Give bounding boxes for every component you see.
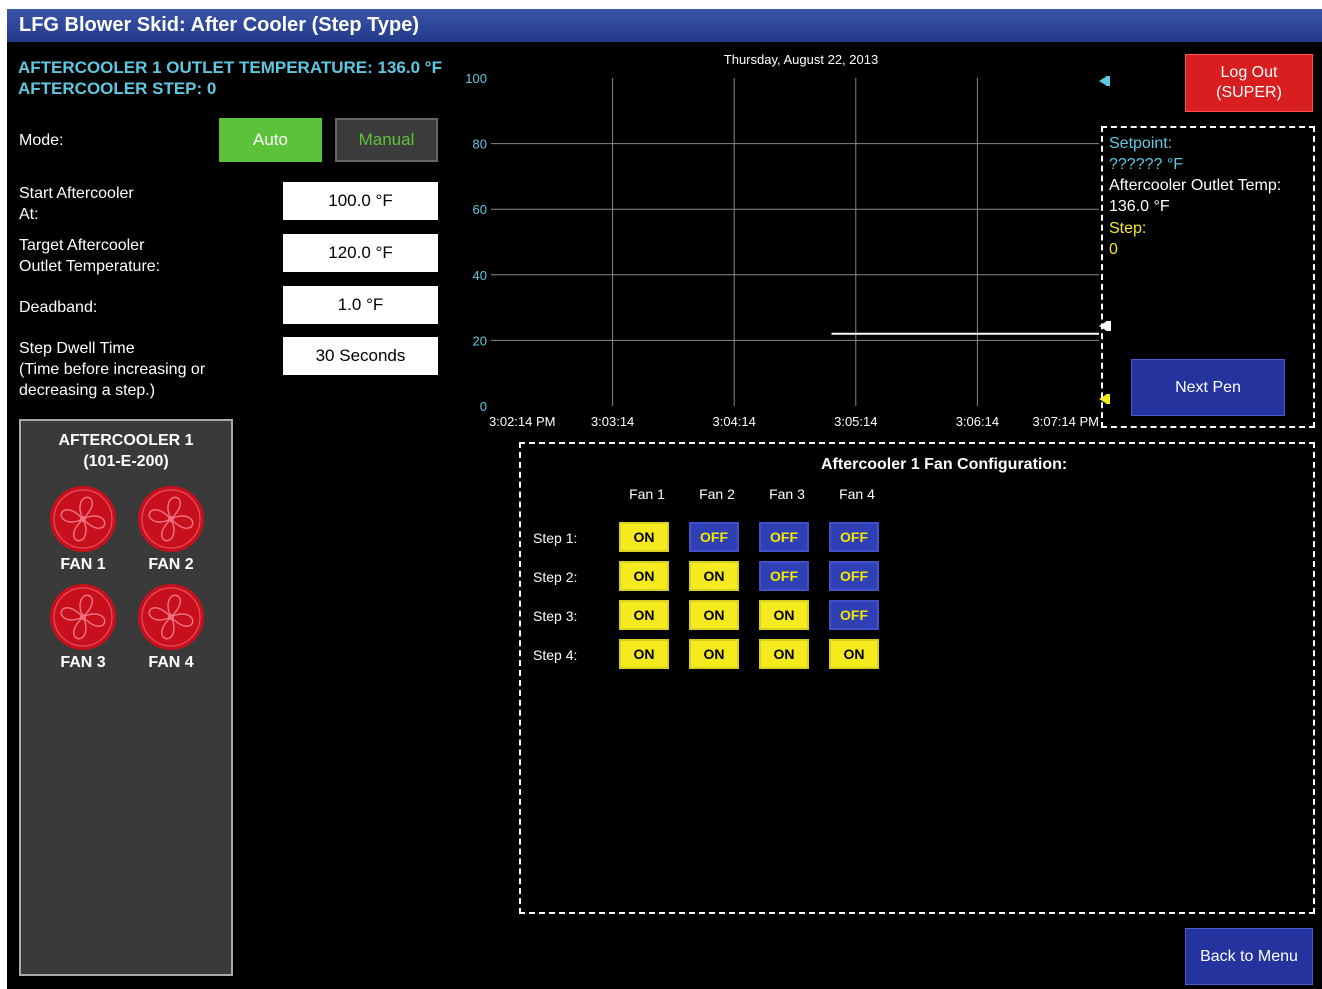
y-tick-label: 60 [473, 202, 487, 217]
fan-panel-title-line1: AFTERCOOLER 1 [58, 432, 194, 449]
fan-2-icon[interactable] [137, 485, 205, 553]
step-4-fan-1-toggle[interactable]: ON [619, 639, 669, 669]
outlet-temperature-status: AFTERCOOLER 1 OUTLET TEMPERATURE: 136.0 … [18, 58, 442, 77]
row-step-4-label: Step 4: [533, 647, 578, 663]
step-dwell-time-label: Step Dwell Time (Time before increasing … [19, 338, 205, 401]
mode-label: Mode: [19, 132, 64, 149]
log-out-label: Log Out [1220, 64, 1278, 81]
window-title: LFG Blower Skid: After Cooler (Step Type… [7, 9, 1322, 42]
setpoint-pen-marker-tab [1106, 76, 1110, 86]
step-4-fan-3-toggle[interactable]: ON [759, 639, 809, 669]
column-fan-1: Fan 1 [629, 486, 665, 502]
step-dwell-label-line1: Step Dwell Time [19, 340, 135, 357]
x-tick-label: 3:05:14 [834, 414, 877, 429]
y-tick-label: 100 [465, 71, 487, 86]
target-outlet-temp-input[interactable]: 120.0 °F [283, 234, 438, 272]
column-fan-4: Fan 4 [839, 486, 875, 502]
fan-1-icon[interactable] [49, 485, 117, 553]
setpoint-pen-marker [1099, 76, 1107, 86]
step-1-fan-2-toggle[interactable]: OFF [689, 522, 739, 552]
hmi-screen: LFG Blower Skid: After Cooler (Step Type… [7, 9, 1322, 989]
deadband-label: Deadband: [19, 299, 98, 316]
x-tick-label: 3:03:14 [591, 414, 634, 429]
step-4-fan-2-toggle[interactable]: ON [689, 639, 739, 669]
step-2-fan-2-toggle[interactable]: ON [689, 561, 739, 591]
fan-3-label: FAN 3 [60, 654, 106, 671]
row-step-2-label: Step 2: [533, 569, 578, 585]
x-tick-label: 3:02:14 PM [489, 414, 556, 429]
x-tick-label: 3:06:14 [956, 414, 999, 429]
fan-1-label: FAN 1 [60, 556, 106, 573]
y-axis-ticks: 100 80 60 40 20 0 [465, 71, 487, 414]
setpoint-legend-label: Setpoint: [1109, 135, 1173, 152]
outlet-temp-legend-label: Aftercooler Outlet Temp: [1109, 177, 1282, 194]
step-3-fan-1-toggle[interactable]: ON [619, 600, 669, 630]
next-pen-button[interactable]: Next Pen [1131, 359, 1285, 416]
step-legend-value: 0 [1109, 241, 1118, 258]
outlet-temp-legend-value: 136.0 °F [1109, 198, 1170, 215]
y-tick-label: 40 [473, 268, 487, 283]
step-dwell-time-input[interactable]: 30 Seconds [283, 337, 438, 375]
step-2-fan-1-toggle[interactable]: ON [619, 561, 669, 591]
step-1-fan-4-toggle[interactable]: OFF [829, 522, 879, 552]
fan-panel-title-line2: (101-E-200) [83, 453, 169, 470]
row-step-3-label: Step 3: [533, 608, 578, 624]
y-tick-label: 0 [480, 399, 487, 414]
back-to-menu-button[interactable]: Back to Menu [1185, 928, 1313, 985]
step-1-fan-3-toggle[interactable]: OFF [759, 522, 809, 552]
setpoint-legend-value: ?????? °F [1109, 156, 1184, 173]
aftercooler-step-status: AFTERCOOLER STEP: 0 [18, 79, 217, 98]
step-legend-label: Step: [1109, 220, 1147, 237]
fan-2-label: FAN 2 [148, 556, 194, 573]
fan-4-label: FAN 4 [148, 654, 194, 671]
step-dwell-label-line3: decreasing a step.) [19, 382, 156, 399]
auto-mode-button[interactable]: Auto [219, 118, 322, 162]
aftercooler-fan-panel: AFTERCOOLER 1 (101-E-200) FAN 1 FAN 2 FA… [19, 419, 233, 976]
row-step-1-label: Step 1: [533, 530, 578, 546]
fan-3-icon[interactable] [49, 583, 117, 651]
fan-configuration-panel: Aftercooler 1 Fan Configuration: Fan 1 F… [519, 442, 1315, 914]
deadband-input[interactable]: 1.0 °F [283, 286, 438, 324]
step-4-fan-4-toggle[interactable]: ON [829, 639, 879, 669]
start-aftercooler-label-line2: At: [19, 206, 39, 223]
start-aftercooler-label-line1: Start Aftercooler [19, 185, 134, 202]
step-2-fan-3-toggle[interactable]: OFF [759, 561, 809, 591]
log-out-button[interactable]: Log Out (SUPER) [1185, 54, 1313, 112]
target-outlet-temp-label-line1: Target Aftercooler [19, 237, 145, 254]
step-1-fan-1-toggle[interactable]: ON [619, 522, 669, 552]
step-2-fan-4-toggle[interactable]: OFF [829, 561, 879, 591]
log-out-user-label: (SUPER) [1216, 84, 1282, 101]
step-3-fan-3-toggle[interactable]: ON [759, 600, 809, 630]
fan-4-icon[interactable] [137, 583, 205, 651]
x-tick-label: 3:04:14 [713, 414, 756, 429]
column-fan-2: Fan 2 [699, 486, 735, 502]
step-3-fan-2-toggle[interactable]: ON [689, 600, 739, 630]
fan-panel-title: AFTERCOOLER 1 (101-E-200) [21, 430, 231, 472]
x-tick-label: 3:07:14 PM [1033, 414, 1100, 429]
step-3-fan-4-toggle[interactable]: OFF [829, 600, 879, 630]
y-tick-label: 20 [473, 333, 487, 348]
x-axis-ticks: 3:02:14 PM 3:03:14 3:04:14 3:05:14 3:06:14 3:… [489, 414, 1099, 429]
manual-mode-button[interactable]: Manual [335, 118, 438, 162]
step-dwell-label-line2: (Time before increasing or [19, 361, 206, 378]
target-outlet-temp-label-line2: Outlet Temperature: [19, 258, 161, 275]
fan-configuration-title: Aftercooler 1 Fan Configuration: [821, 456, 1068, 473]
temperature-trend-chart: 100806040200 3:02:14 PM 3:03:14 3:04:14 3:0… [465, 71, 1099, 429]
start-aftercooler-input[interactable]: 100.0 °F [283, 182, 438, 220]
start-aftercooler-label: Start Aftercooler At: [19, 183, 134, 225]
column-fan-3: Fan 3 [769, 486, 805, 502]
y-tick-label: 80 [473, 137, 487, 152]
trend-grid [491, 78, 1099, 406]
target-outlet-temp-label: Target Aftercooler Outlet Temperature: [19, 235, 160, 277]
